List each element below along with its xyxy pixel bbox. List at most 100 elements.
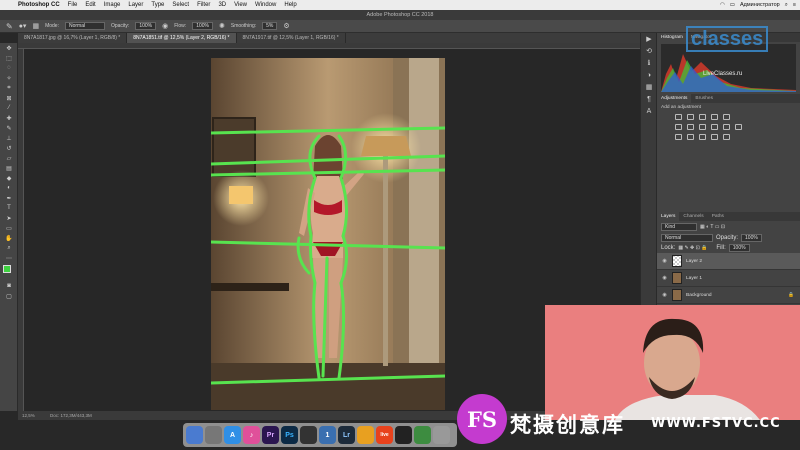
healing-tool-icon[interactable]: ✚ bbox=[0, 113, 18, 123]
wifi-icon[interactable]: ◠ bbox=[720, 2, 725, 8]
tab-paths[interactable]: Paths bbox=[708, 212, 728, 221]
hand-tool-icon[interactable]: ✋ bbox=[0, 233, 18, 243]
document-canvas[interactable] bbox=[211, 58, 445, 410]
menu-type[interactable]: Type bbox=[151, 2, 164, 8]
airbrush-icon[interactable]: ✺ bbox=[219, 22, 225, 30]
menu-file[interactable]: File bbox=[68, 2, 78, 8]
appstore-icon[interactable]: A bbox=[224, 426, 241, 444]
zoom-tool-icon[interactable]: ⌕ bbox=[0, 243, 18, 253]
menu-help[interactable]: Help bbox=[284, 2, 296, 8]
tab-histogram[interactable]: Histogram bbox=[657, 33, 687, 42]
exposure-icon[interactable] bbox=[711, 114, 718, 120]
layer-row[interactable]: ◉ Background 🔒 bbox=[657, 287, 800, 304]
smoothing-settings-icon[interactable]: ⚙ bbox=[283, 22, 289, 30]
lightroom-icon[interactable]: Lr bbox=[338, 426, 355, 444]
finder-icon[interactable] bbox=[186, 426, 203, 444]
move-tool-icon[interactable]: ✥ bbox=[0, 43, 18, 53]
brush-panel-icon[interactable]: ▦ bbox=[32, 22, 39, 30]
curves-icon[interactable] bbox=[699, 114, 706, 120]
shape-tool-icon[interactable]: ▭ bbox=[0, 223, 18, 233]
info-icon[interactable]: ℹ bbox=[641, 57, 657, 69]
doc-size[interactable]: Doc: 172,3M/443,3M bbox=[50, 413, 92, 418]
kind-filter[interactable]: Kind bbox=[661, 223, 697, 231]
foreground-color[interactable] bbox=[3, 265, 11, 273]
frame-tool-icon[interactable]: ⊠ bbox=[0, 93, 18, 103]
trash-icon[interactable] bbox=[433, 426, 450, 444]
paragraph-icon[interactable]: ¶ bbox=[641, 93, 657, 105]
type-tool-icon[interactable]: T bbox=[0, 203, 18, 213]
screen-mode-icon[interactable]: ▢ bbox=[0, 291, 18, 301]
app-icon[interactable] bbox=[357, 426, 374, 444]
invert-icon[interactable] bbox=[675, 134, 682, 140]
lock-icons[interactable]: ▦ ✎ ✥ ⊡ 🔒 bbox=[678, 245, 707, 251]
color-panel-icon[interactable]: ◑ bbox=[641, 69, 657, 81]
brush-tool-icon[interactable]: ✎ bbox=[0, 123, 18, 133]
layer-opacity-field[interactable]: 100% bbox=[741, 234, 762, 242]
color-lookup-icon[interactable] bbox=[735, 124, 742, 130]
black-white-icon[interactable] bbox=[699, 124, 706, 130]
launchpad-icon[interactable] bbox=[205, 426, 222, 444]
photoshop-icon[interactable]: Ps bbox=[281, 426, 298, 444]
play-actions-icon[interactable]: ▶ bbox=[641, 33, 657, 45]
zoom-level[interactable]: 12,5% bbox=[22, 413, 35, 418]
tab-doc-2[interactable]: 8N7A1851.tif @ 12,5% (Layer 2, RGB/16) * bbox=[127, 33, 237, 43]
photo-filter-icon[interactable] bbox=[711, 124, 718, 130]
fill-field[interactable]: 100% bbox=[728, 244, 750, 252]
flow-field[interactable]: 100% bbox=[192, 22, 213, 30]
search-icon[interactable]: ⌕ bbox=[785, 2, 788, 9]
live-icon[interactable]: live bbox=[376, 426, 393, 444]
layer-name[interactable]: Background bbox=[686, 293, 712, 298]
mode-select[interactable]: Normal bbox=[64, 22, 105, 30]
lasso-tool-icon[interactable]: ◌ bbox=[0, 63, 18, 73]
stamp-tool-icon[interactable]: ⊥ bbox=[0, 133, 18, 143]
selective-color-icon[interactable] bbox=[711, 134, 718, 140]
dodge-tool-icon[interactable]: ◐ bbox=[0, 183, 18, 193]
tab-brushes[interactable]: Brushes bbox=[691, 94, 717, 103]
tab-channels[interactable]: Channels bbox=[679, 212, 707, 221]
history-brush-icon[interactable]: ↺ bbox=[0, 143, 18, 153]
tab-doc-3[interactable]: 8N7A1917.tif @ 12,5% (Layer 1, RGB/16) * bbox=[237, 33, 346, 43]
brightness-contrast-icon[interactable] bbox=[675, 114, 682, 120]
eraser-tool-icon[interactable]: ▱ bbox=[0, 153, 18, 163]
more-tools-icon[interactable]: ⋯ bbox=[0, 253, 18, 263]
user-name[interactable]: Администратор bbox=[740, 2, 780, 8]
character-icon[interactable]: A bbox=[641, 105, 657, 117]
eye-icon[interactable]: ◉ bbox=[661, 292, 668, 298]
brush-tool-icon[interactable]: ✎ bbox=[6, 22, 13, 31]
opacity-field[interactable]: 100% bbox=[135, 22, 157, 30]
color-balance-icon[interactable] bbox=[687, 124, 694, 130]
layer-row[interactable]: ◉ Layer 1 bbox=[657, 270, 800, 287]
tab-layers[interactable]: Layers bbox=[657, 212, 680, 221]
terminal-icon[interactable] bbox=[300, 426, 317, 444]
menu-select[interactable]: Select bbox=[172, 2, 189, 8]
channel-mixer-icon[interactable] bbox=[723, 124, 730, 130]
color-swatches[interactable] bbox=[0, 263, 18, 281]
1password-icon[interactable]: 1 bbox=[319, 426, 336, 444]
menu-edit[interactable]: Edit bbox=[85, 2, 95, 8]
layer-name[interactable]: Layer 2 bbox=[686, 259, 702, 264]
crop-tool-icon[interactable]: ⌗ bbox=[0, 83, 18, 93]
vibrance-icon[interactable] bbox=[723, 114, 730, 120]
menu-image[interactable]: Image bbox=[104, 2, 121, 8]
threshold-icon[interactable] bbox=[699, 134, 706, 140]
history-icon[interactable]: ⟲ bbox=[641, 45, 657, 57]
path-select-tool-icon[interactable]: ➤ bbox=[0, 213, 18, 223]
quick-mask-icon[interactable]: ◙ bbox=[0, 281, 18, 291]
menu-3d[interactable]: 3D bbox=[218, 2, 226, 8]
brush-preset-picker[interactable]: ●▾ bbox=[19, 22, 27, 30]
itunes-icon[interactable]: ♪ bbox=[243, 426, 260, 444]
menu-view[interactable]: View bbox=[234, 2, 247, 8]
premiere-icon[interactable]: Pr bbox=[262, 426, 279, 444]
filter-icons[interactable]: ▦ ◐ T ▭ ⊡ bbox=[700, 224, 725, 230]
obs-icon[interactable] bbox=[395, 426, 412, 444]
eye-icon[interactable]: ◉ bbox=[661, 258, 668, 264]
levels-icon[interactable] bbox=[687, 114, 694, 120]
swatches-icon[interactable]: ▦ bbox=[641, 81, 657, 93]
gradient-tool-icon[interactable]: ▤ bbox=[0, 163, 18, 173]
hue-saturation-icon[interactable] bbox=[675, 124, 682, 130]
pen-tool-icon[interactable]: ✒ bbox=[0, 193, 18, 203]
pressure-opacity-icon[interactable]: ◉ bbox=[162, 22, 168, 30]
layer-name[interactable]: Layer 1 bbox=[686, 276, 702, 281]
smoothing-field[interactable]: 5% bbox=[262, 22, 278, 30]
blur-tool-icon[interactable]: ◆ bbox=[0, 173, 18, 183]
